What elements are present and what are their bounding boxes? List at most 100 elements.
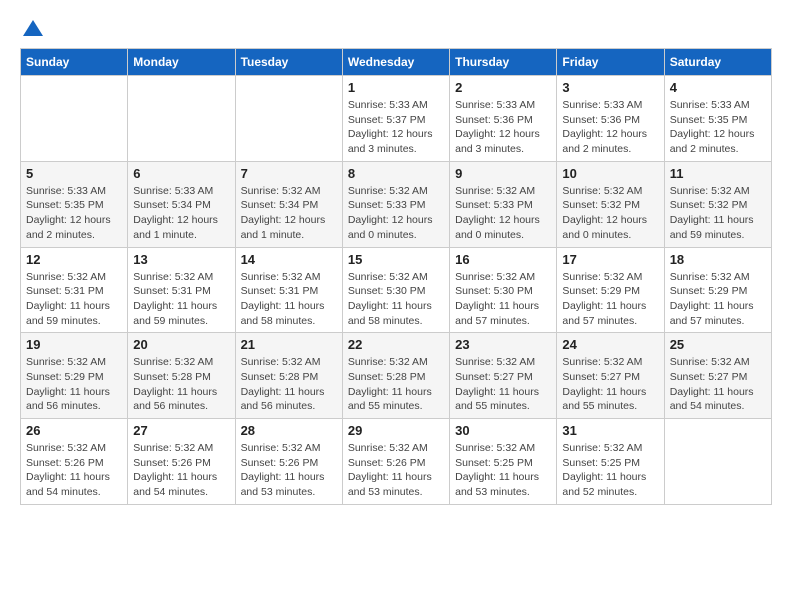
day-number: 29 xyxy=(348,423,444,438)
day-info: Sunrise: 5:32 AM Sunset: 5:34 PM Dayligh… xyxy=(241,184,337,243)
day-number: 19 xyxy=(26,337,122,352)
day-cell-26: 26 Sunrise: 5:32 AM Sunset: 5:26 PM Dayli… xyxy=(21,419,128,505)
day-number: 22 xyxy=(348,337,444,352)
day-cell-4: 4 Sunrise: 5:33 AM Sunset: 5:35 PM Daylig… xyxy=(664,76,771,162)
day-info: Sunrise: 5:32 AM Sunset: 5:27 PM Dayligh… xyxy=(562,355,658,414)
day-cell-3: 3 Sunrise: 5:33 AM Sunset: 5:36 PM Daylig… xyxy=(557,76,664,162)
day-number: 15 xyxy=(348,252,444,267)
day-cell-30: 30 Sunrise: 5:32 AM Sunset: 5:25 PM Dayli… xyxy=(450,419,557,505)
weekday-header-sunday: Sunday xyxy=(21,49,128,76)
week-row-4: 19 Sunrise: 5:32 AM Sunset: 5:29 PM Dayli… xyxy=(21,333,772,419)
weekday-header-saturday: Saturday xyxy=(664,49,771,76)
day-number: 14 xyxy=(241,252,337,267)
day-cell-25: 25 Sunrise: 5:32 AM Sunset: 5:27 PM Dayli… xyxy=(664,333,771,419)
day-info: Sunrise: 5:32 AM Sunset: 5:28 PM Dayligh… xyxy=(241,355,337,414)
day-info: Sunrise: 5:32 AM Sunset: 5:28 PM Dayligh… xyxy=(133,355,229,414)
day-cell-7: 7Sunrise: 5:32 AM Sunset: 5:34 PM Daylig… xyxy=(235,161,342,247)
day-cell-27: 27Sunrise: 5:32 AM Sunset: 5:26 PM Dayli… xyxy=(128,419,235,505)
day-cell-16: 16 Sunrise: 5:32 AM Sunset: 5:30 PM Dayli… xyxy=(450,247,557,333)
day-info: Sunrise: 5:32 AM Sunset: 5:29 PM Dayligh… xyxy=(670,270,766,329)
day-info: Sunrise: 5:32 AM Sunset: 5:28 PM Dayligh… xyxy=(348,355,444,414)
day-info: Sunrise: 5:32 AM Sunset: 5:31 PM Dayligh… xyxy=(241,270,337,329)
day-info: Sunrise: 5:32 AM Sunset: 5:26 PM Dayligh… xyxy=(241,441,337,500)
day-info: Sunrise: 5:32 AM Sunset: 5:25 PM Dayligh… xyxy=(455,441,551,500)
day-number: 23 xyxy=(455,337,551,352)
day-cell-24: 24 Sunrise: 5:32 AM Sunset: 5:27 PM Dayli… xyxy=(557,333,664,419)
day-number: 30 xyxy=(455,423,551,438)
day-cell-13: 13Sunrise: 5:32 AM Sunset: 5:31 PM Dayli… xyxy=(128,247,235,333)
day-number: 2 xyxy=(455,80,551,95)
day-cell-17: 17 Sunrise: 5:32 AM Sunset: 5:29 PM Dayli… xyxy=(557,247,664,333)
day-cell-20: 20Sunrise: 5:32 AM Sunset: 5:28 PM Dayli… xyxy=(128,333,235,419)
day-info: Sunrise: 5:33 AM Sunset: 5:34 PM Dayligh… xyxy=(133,184,229,243)
week-row-1: 1 Sunrise: 5:33 AM Sunset: 5:37 PM Daylig… xyxy=(21,76,772,162)
day-info: Sunrise: 5:32 AM Sunset: 5:25 PM Dayligh… xyxy=(562,441,658,500)
day-info: Sunrise: 5:33 AM Sunset: 5:35 PM Dayligh… xyxy=(26,184,122,243)
day-number: 17 xyxy=(562,252,658,267)
day-info: Sunrise: 5:32 AM Sunset: 5:33 PM Dayligh… xyxy=(455,184,551,243)
day-info: Sunrise: 5:33 AM Sunset: 5:37 PM Dayligh… xyxy=(348,98,444,157)
day-info: Sunrise: 5:32 AM Sunset: 5:27 PM Dayligh… xyxy=(455,355,551,414)
day-number: 28 xyxy=(241,423,337,438)
empty-cell xyxy=(21,76,128,162)
empty-cell xyxy=(664,419,771,505)
day-info: Sunrise: 5:32 AM Sunset: 5:30 PM Dayligh… xyxy=(348,270,444,329)
empty-cell xyxy=(128,76,235,162)
weekday-header-wednesday: Wednesday xyxy=(342,49,449,76)
weekday-header-monday: Monday xyxy=(128,49,235,76)
weekday-header-tuesday: Tuesday xyxy=(235,49,342,76)
day-info: Sunrise: 5:33 AM Sunset: 5:35 PM Dayligh… xyxy=(670,98,766,157)
day-info: Sunrise: 5:32 AM Sunset: 5:26 PM Dayligh… xyxy=(26,441,122,500)
day-number: 1 xyxy=(348,80,444,95)
calendar-table: SundayMondayTuesdayWednesdayThursdayFrid… xyxy=(20,48,772,505)
week-row-3: 12 Sunrise: 5:32 AM Sunset: 5:31 PM Dayli… xyxy=(21,247,772,333)
day-number: 12 xyxy=(26,252,122,267)
day-number: 4 xyxy=(670,80,766,95)
day-cell-23: 23 Sunrise: 5:32 AM Sunset: 5:27 PM Dayli… xyxy=(450,333,557,419)
day-cell-22: 22 Sunrise: 5:32 AM Sunset: 5:28 PM Dayli… xyxy=(342,333,449,419)
day-number: 16 xyxy=(455,252,551,267)
day-cell-12: 12 Sunrise: 5:32 AM Sunset: 5:31 PM Dayli… xyxy=(21,247,128,333)
day-number: 18 xyxy=(670,252,766,267)
weekday-header-row: SundayMondayTuesdayWednesdayThursdayFrid… xyxy=(21,49,772,76)
day-number: 31 xyxy=(562,423,658,438)
day-info: Sunrise: 5:32 AM Sunset: 5:30 PM Dayligh… xyxy=(455,270,551,329)
day-info: Sunrise: 5:32 AM Sunset: 5:26 PM Dayligh… xyxy=(348,441,444,500)
week-row-2: 5 Sunrise: 5:33 AM Sunset: 5:35 PM Daylig… xyxy=(21,161,772,247)
day-info: Sunrise: 5:32 AM Sunset: 5:32 PM Dayligh… xyxy=(670,184,766,243)
day-cell-15: 15 Sunrise: 5:32 AM Sunset: 5:30 PM Dayli… xyxy=(342,247,449,333)
day-info: Sunrise: 5:32 AM Sunset: 5:27 PM Dayligh… xyxy=(670,355,766,414)
day-number: 3 xyxy=(562,80,658,95)
day-cell-19: 19 Sunrise: 5:32 AM Sunset: 5:29 PM Dayli… xyxy=(21,333,128,419)
day-cell-29: 29 Sunrise: 5:32 AM Sunset: 5:26 PM Dayli… xyxy=(342,419,449,505)
day-info: Sunrise: 5:32 AM Sunset: 5:32 PM Dayligh… xyxy=(562,184,658,243)
day-number: 13 xyxy=(133,252,229,267)
day-number: 5 xyxy=(26,166,122,181)
day-info: Sunrise: 5:32 AM Sunset: 5:29 PM Dayligh… xyxy=(562,270,658,329)
day-cell-1: 1 Sunrise: 5:33 AM Sunset: 5:37 PM Daylig… xyxy=(342,76,449,162)
day-info: Sunrise: 5:32 AM Sunset: 5:33 PM Dayligh… xyxy=(348,184,444,243)
day-cell-28: 28 Sunrise: 5:32 AM Sunset: 5:26 PM Dayli… xyxy=(235,419,342,505)
day-number: 21 xyxy=(241,337,337,352)
day-cell-5: 5 Sunrise: 5:33 AM Sunset: 5:35 PM Daylig… xyxy=(21,161,128,247)
day-number: 9 xyxy=(455,166,551,181)
day-info: Sunrise: 5:33 AM Sunset: 5:36 PM Dayligh… xyxy=(562,98,658,157)
day-info: Sunrise: 5:33 AM Sunset: 5:36 PM Dayligh… xyxy=(455,98,551,157)
day-cell-11: 11Sunrise: 5:32 AM Sunset: 5:32 PM Dayli… xyxy=(664,161,771,247)
day-cell-31: 31 Sunrise: 5:32 AM Sunset: 5:25 PM Dayli… xyxy=(557,419,664,505)
page-header xyxy=(20,20,772,38)
day-cell-2: 2 Sunrise: 5:33 AM Sunset: 5:36 PM Daylig… xyxy=(450,76,557,162)
day-info: Sunrise: 5:32 AM Sunset: 5:29 PM Dayligh… xyxy=(26,355,122,414)
day-number: 24 xyxy=(562,337,658,352)
day-info: Sunrise: 5:32 AM Sunset: 5:31 PM Dayligh… xyxy=(26,270,122,329)
day-cell-21: 21 Sunrise: 5:32 AM Sunset: 5:28 PM Dayli… xyxy=(235,333,342,419)
empty-cell xyxy=(235,76,342,162)
day-number: 8 xyxy=(348,166,444,181)
day-number: 25 xyxy=(670,337,766,352)
day-number: 26 xyxy=(26,423,122,438)
day-number: 6 xyxy=(133,166,229,181)
logo xyxy=(20,20,43,38)
day-cell-14: 14 Sunrise: 5:32 AM Sunset: 5:31 PM Dayli… xyxy=(235,247,342,333)
weekday-header-friday: Friday xyxy=(557,49,664,76)
day-cell-18: 18 Sunrise: 5:32 AM Sunset: 5:29 PM Dayli… xyxy=(664,247,771,333)
